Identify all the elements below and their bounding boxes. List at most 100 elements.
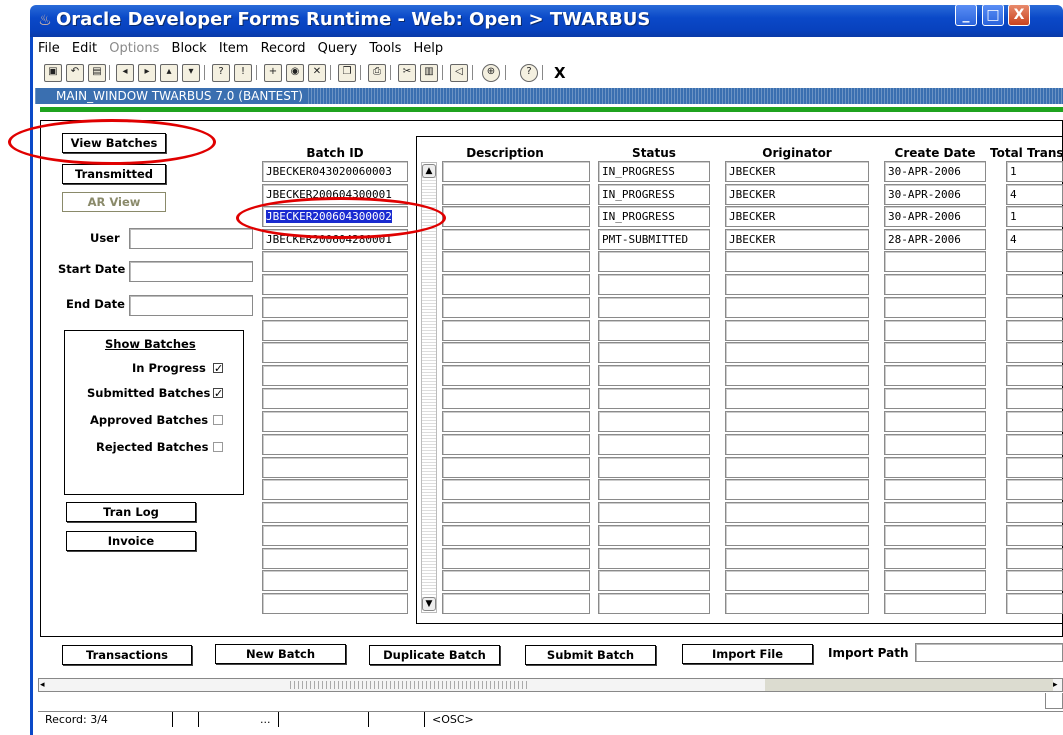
import-file-button[interactable]: Import File	[682, 644, 813, 664]
previous-record-icon[interactable]: ▴	[160, 64, 178, 82]
batch-id-cell[interactable]: JBECKER043020060003	[262, 161, 408, 182]
new-batch-button[interactable]: New Batch	[215, 644, 346, 664]
batch-id-cell[interactable]	[262, 297, 408, 318]
originator-cell[interactable]	[725, 593, 869, 614]
transmitted-button[interactable]: Transmitted	[62, 164, 166, 184]
originator-cell[interactable]	[725, 274, 869, 295]
next-block-icon[interactable]: ▸	[138, 64, 156, 82]
description-cell[interactable]	[442, 229, 590, 250]
originator-cell[interactable]	[725, 570, 869, 591]
originator-cell[interactable]	[725, 457, 869, 478]
invoice-button[interactable]: Invoice	[66, 531, 196, 551]
menu-item[interactable]: Item	[219, 40, 249, 58]
menu-help[interactable]: Help	[413, 40, 443, 58]
batch-id-cell[interactable]	[262, 411, 408, 432]
description-cell[interactable]	[442, 184, 590, 205]
create-date-cell[interactable]: 30-APR-2006	[884, 161, 986, 182]
total-trans-cell[interactable]	[1006, 251, 1063, 272]
originator-cell[interactable]	[725, 411, 869, 432]
batch-id-cell[interactable]	[262, 525, 408, 546]
create-date-cell[interactable]	[884, 570, 986, 591]
end-date-field[interactable]	[129, 295, 253, 316]
description-cell[interactable]	[442, 274, 590, 295]
total-trans-cell[interactable]	[1006, 388, 1063, 409]
description-cell[interactable]	[442, 251, 590, 272]
menu-record[interactable]: Record	[261, 40, 306, 58]
status-cell[interactable]: IN_PROGRESS	[598, 184, 710, 205]
create-date-cell[interactable]	[884, 365, 986, 386]
total-trans-cell[interactable]	[1006, 525, 1063, 546]
insert-record-icon[interactable]: +	[264, 64, 282, 82]
total-trans-cell[interactable]: 4	[1006, 229, 1063, 250]
help-icon[interactable]: ?	[520, 64, 538, 82]
menu-block[interactable]: Block	[172, 40, 207, 58]
create-date-cell[interactable]: 28-APR-2006	[884, 229, 986, 250]
cut-icon[interactable]: ✂	[398, 64, 416, 82]
total-trans-cell[interactable]: 1	[1006, 206, 1063, 227]
rejected-batches-checkbox[interactable]	[213, 442, 223, 452]
create-date-cell[interactable]	[884, 251, 986, 272]
create-date-cell[interactable]	[884, 502, 986, 523]
total-trans-cell[interactable]	[1006, 502, 1063, 523]
status-cell[interactable]	[598, 297, 710, 318]
originator-cell[interactable]	[725, 502, 869, 523]
crosshair-icon[interactable]: ⊕	[482, 64, 500, 82]
menu-edit[interactable]: Edit	[72, 40, 97, 58]
description-cell[interactable]	[442, 206, 590, 227]
scroll-down-icon[interactable]: ▼	[422, 597, 436, 611]
batch-id-cell[interactable]	[262, 502, 408, 523]
originator-cell[interactable]: JBECKER	[725, 161, 869, 182]
create-date-cell[interactable]	[884, 593, 986, 614]
description-cell[interactable]	[442, 388, 590, 409]
resize-grip[interactable]	[1045, 693, 1063, 709]
create-date-cell[interactable]: 30-APR-2006	[884, 206, 986, 227]
status-cell[interactable]	[598, 548, 710, 569]
total-trans-cell[interactable]	[1006, 570, 1063, 591]
scroll-right-icon[interactable]: ▸	[1053, 679, 1063, 691]
total-trans-cell[interactable]: 4	[1006, 184, 1063, 205]
batch-id-cell[interactable]	[262, 342, 408, 363]
originator-cell[interactable]	[725, 342, 869, 363]
print-icon[interactable]: ⎙	[368, 64, 386, 82]
total-trans-cell[interactable]	[1006, 411, 1063, 432]
status-cell[interactable]	[598, 320, 710, 341]
description-cell[interactable]	[442, 525, 590, 546]
create-date-cell[interactable]	[884, 525, 986, 546]
total-trans-cell[interactable]	[1006, 434, 1063, 455]
total-trans-cell[interactable]: 1	[1006, 161, 1063, 182]
total-trans-cell[interactable]	[1006, 320, 1063, 341]
menu-options[interactable]: Options	[109, 40, 159, 58]
transactions-button[interactable]: Transactions	[62, 645, 192, 665]
originator-cell[interactable]: JBECKER	[725, 206, 869, 227]
save-icon[interactable]: ▣	[44, 64, 62, 82]
status-cell[interactable]	[598, 388, 710, 409]
description-cell[interactable]	[442, 411, 590, 432]
create-date-cell[interactable]	[884, 320, 986, 341]
description-cell[interactable]	[442, 342, 590, 363]
status-cell[interactable]	[598, 570, 710, 591]
description-cell[interactable]	[442, 161, 590, 182]
originator-cell[interactable]	[725, 365, 869, 386]
description-cell[interactable]	[442, 434, 590, 455]
in-progress-checkbox[interactable]: ✓	[213, 363, 223, 374]
user-field[interactable]	[129, 228, 253, 249]
maximize-button[interactable]: □	[982, 4, 1004, 26]
description-cell[interactable]	[442, 297, 590, 318]
batch-id-cell[interactable]	[262, 570, 408, 591]
create-date-cell[interactable]	[884, 457, 986, 478]
status-cell[interactable]	[598, 593, 710, 614]
status-cell[interactable]: IN_PROGRESS	[598, 161, 710, 182]
description-cell[interactable]	[442, 570, 590, 591]
batch-id-cell[interactable]	[262, 479, 408, 500]
description-cell[interactable]	[442, 548, 590, 569]
originator-cell[interactable]	[725, 525, 869, 546]
scroll-left-icon[interactable]: ◂	[40, 679, 50, 691]
scrollbar-thumb[interactable]	[765, 679, 1053, 691]
originator-cell[interactable]	[725, 297, 869, 318]
menu-query[interactable]: Query	[318, 40, 358, 58]
submit-batch-button[interactable]: Submit Batch	[525, 645, 656, 665]
batch-id-cell[interactable]	[262, 320, 408, 341]
status-cell[interactable]	[598, 251, 710, 272]
speaker-icon[interactable]: ◁	[450, 64, 468, 82]
status-cell[interactable]	[598, 342, 710, 363]
